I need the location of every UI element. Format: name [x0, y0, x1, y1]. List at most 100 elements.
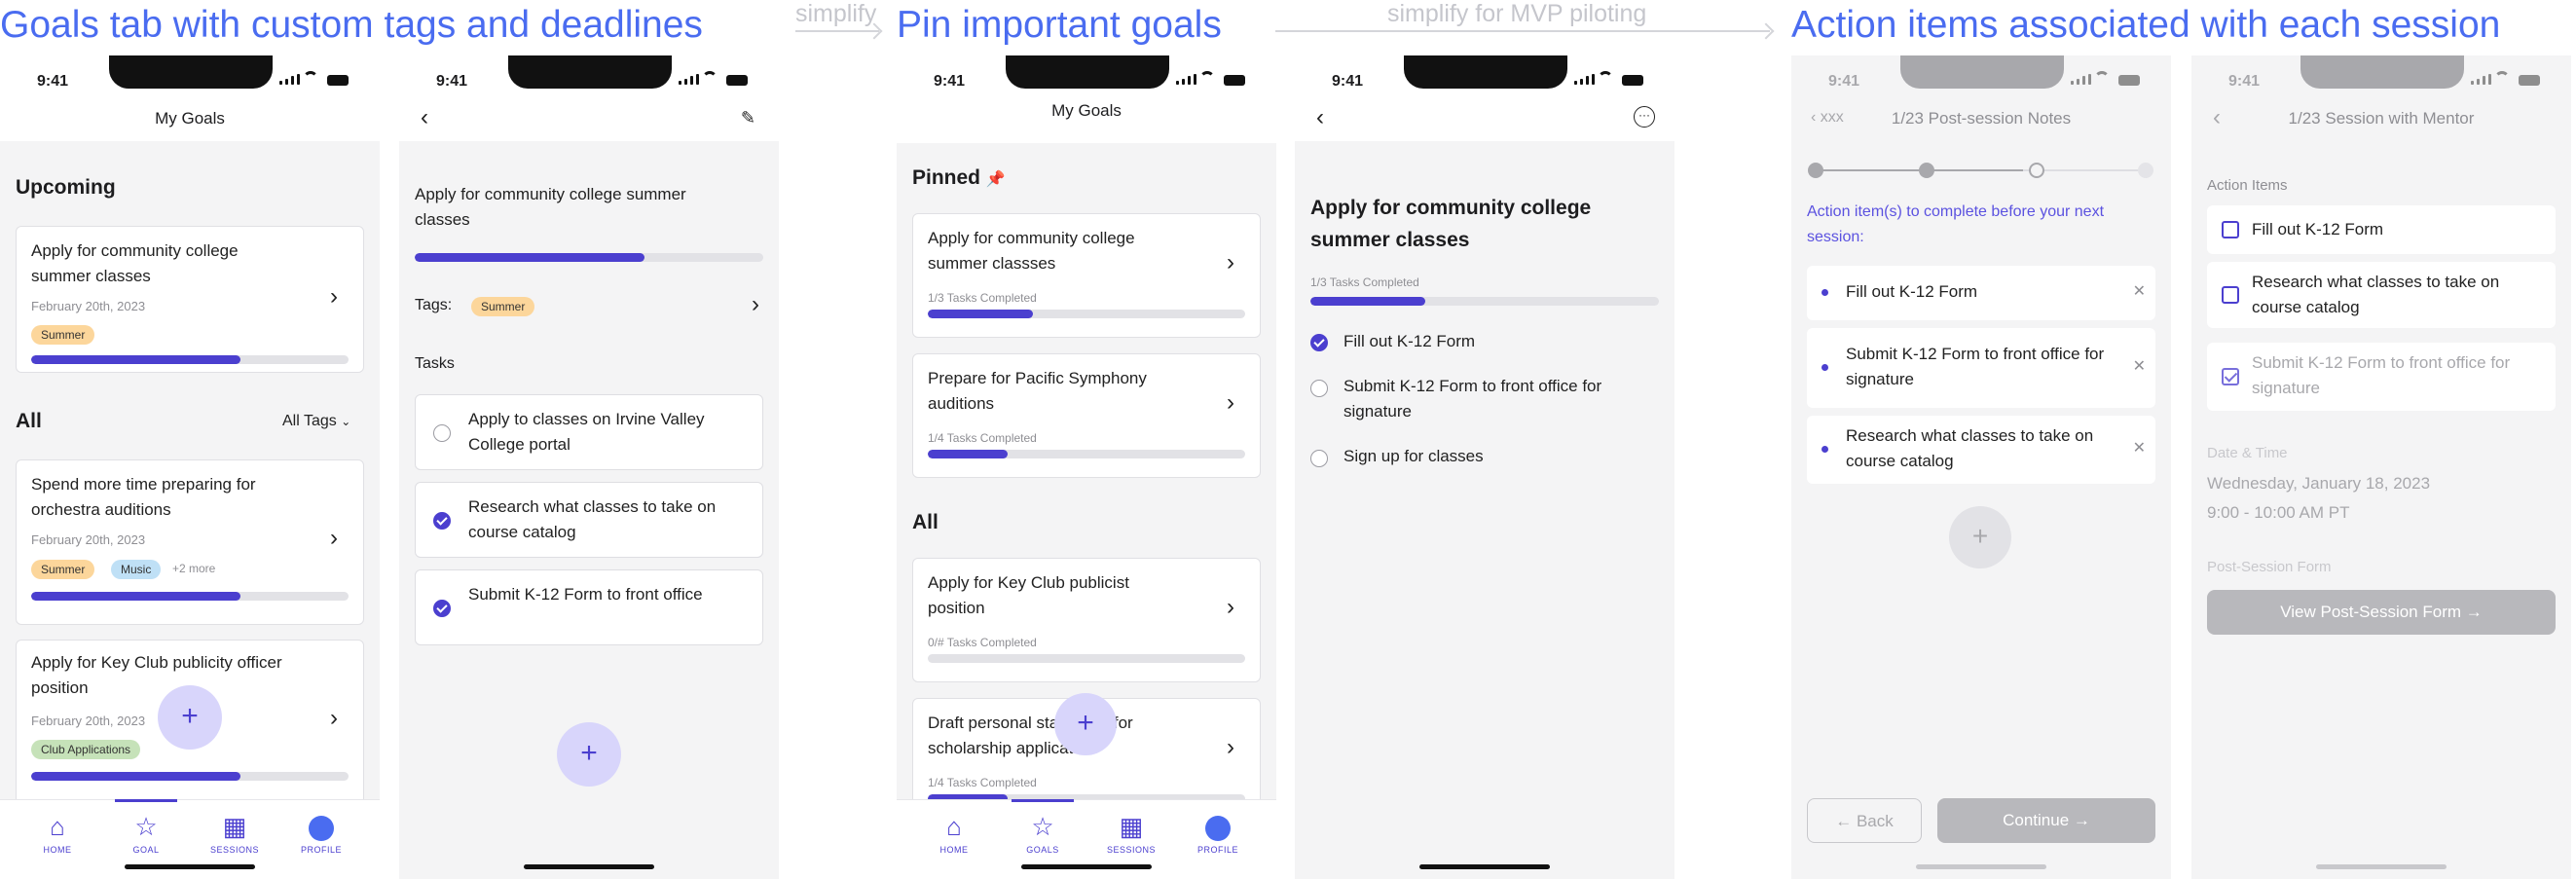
- more-tags[interactable]: +2 more: [172, 562, 215, 575]
- task-checkbox[interactable]: [433, 424, 451, 442]
- wifi-icon: [1598, 71, 1613, 87]
- arrow-label-simplify: simplify: [795, 0, 877, 27]
- section-all: All: [16, 410, 42, 432]
- tasks-label: Tasks: [415, 355, 455, 372]
- tag-club-applications[interactable]: Club Applications: [31, 740, 141, 759]
- step-complete-icon: [1808, 163, 1823, 178]
- notch: [2300, 55, 2464, 89]
- goal-title: Spend more time preparing for orchestra …: [31, 475, 256, 519]
- status-time: 9:41: [37, 73, 69, 90]
- goal-date: February 20th, 2023: [31, 532, 146, 547]
- action-item-text: Fill out K-12 Form: [2252, 220, 2384, 238]
- goal-title: Apply for community college summer class…: [31, 241, 239, 285]
- section-upcoming: Upcoming: [16, 176, 116, 199]
- phone-post-session-notes: 9:41 ‹ xxx 1/23 Post-session Notes Actio…: [1791, 55, 2171, 879]
- tab-home[interactable]: ⌂ HOME: [23, 812, 92, 855]
- action-item-checkbox[interactable]: [2222, 221, 2239, 238]
- star-icon: ☆: [1031, 812, 1054, 841]
- edit-pencil-icon[interactable]: ✎: [741, 108, 755, 128]
- task-text: Research what classes to take on course …: [468, 497, 717, 541]
- action-item: Fill out K-12 Form ✕: [1807, 266, 2155, 320]
- date-time-label: Date & Time: [2207, 445, 2288, 461]
- notch: [1006, 55, 1169, 89]
- add-task-button[interactable]: +: [557, 722, 621, 787]
- battery-icon: [2519, 75, 2540, 86]
- chevron-right-icon: ›: [1227, 734, 1234, 760]
- chevron-right-icon: ›: [330, 525, 338, 551]
- arrow-left-icon: ←: [1835, 812, 1853, 830]
- task-text: Fill out K-12 Form: [1343, 332, 1476, 350]
- goal-progress: [31, 592, 349, 601]
- task-checkbox[interactable]: [433, 512, 451, 530]
- status-time: 9:41: [1332, 73, 1364, 90]
- action-item-text: Fill out K-12 Form: [1846, 282, 1978, 301]
- tag-music[interactable]: Music: [111, 560, 162, 579]
- task-checkbox[interactable]: [433, 600, 451, 617]
- tab-profile[interactable]: PROFILE: [1184, 812, 1252, 855]
- action-item[interactable]: Submit K-12 Form to front office for sig…: [2207, 343, 2556, 411]
- remove-x-icon[interactable]: ✕: [2133, 281, 2146, 301]
- tab-sessions[interactable]: ▦ SESSIONS: [1097, 812, 1165, 855]
- tab-label: PROFILE: [1196, 845, 1238, 855]
- add-action-item-button[interactable]: +: [1949, 506, 2011, 568]
- add-goal-button[interactable]: +: [158, 685, 222, 750]
- goal-card[interactable]: Spend more time preparing for orchestra …: [16, 459, 364, 625]
- nav-bar: ‹ 1/23 Session with Mentor: [2191, 96, 2571, 141]
- wifi-icon: [303, 71, 318, 87]
- signal-icon: [2471, 74, 2491, 85]
- task-item[interactable]: Apply to classes on Irvine Valley Colleg…: [415, 394, 763, 470]
- signal-icon: [679, 74, 699, 85]
- back-chevron-icon[interactable]: ‹: [1316, 106, 1324, 129]
- task-checkbox[interactable]: [1310, 334, 1328, 351]
- remove-x-icon[interactable]: ✕: [2133, 356, 2146, 376]
- task-item[interactable]: Research what classes to take on course …: [415, 482, 763, 558]
- tab-goals[interactable]: ☆ GOALS: [1009, 812, 1077, 855]
- task-checkbox[interactable]: [1310, 450, 1328, 467]
- goal-progress: [928, 654, 1245, 663]
- goal-card[interactable]: Apply for Key Club publicist position 0/…: [912, 558, 1261, 682]
- tag-summer[interactable]: Summer: [31, 325, 95, 345]
- action-item[interactable]: Fill out K-12 Form: [2207, 205, 2556, 254]
- battery-icon: [1224, 75, 1245, 86]
- goal-date: February 20th, 2023: [31, 714, 146, 728]
- all-tags-dropdown[interactable]: All Tags ⌄: [282, 413, 350, 430]
- goal-title: Apply for community college summer class…: [928, 229, 1135, 273]
- home-indicator: [1419, 864, 1550, 869]
- continue-button[interactable]: Continue →: [1937, 798, 2155, 843]
- remove-x-icon[interactable]: ✕: [2133, 438, 2146, 458]
- task-item[interactable]: Submit K-12 Form to front office: [415, 569, 763, 645]
- tag-summer[interactable]: Summer: [471, 297, 535, 316]
- action-item[interactable]: Research what classes to take on course …: [2207, 262, 2556, 328]
- action-item-checkbox[interactable]: [2222, 368, 2239, 385]
- step-complete-icon: [1919, 163, 1934, 178]
- tab-home[interactable]: ⌂ HOME: [920, 812, 988, 855]
- pinned-goal-card[interactable]: Prepare for Pacific Symphony auditions 1…: [912, 353, 1261, 478]
- view-post-session-form-button[interactable]: View Post-Session Form →: [2207, 590, 2556, 635]
- goal-date: February 20th, 2023: [31, 299, 146, 313]
- pinned-goal-card[interactable]: Apply for community college summer class…: [912, 213, 1261, 338]
- tab-profile[interactable]: PROFILE: [287, 812, 355, 855]
- tag-summer[interactable]: Summer: [31, 560, 95, 579]
- signal-icon: [1176, 74, 1196, 85]
- bullet-icon: [1822, 446, 1828, 453]
- task-text: Sign up for classes: [1343, 447, 1484, 465]
- tab-bar: ⌂ HOME ☆ GOAL ▦ SESSIONS PROFILE: [0, 799, 380, 879]
- notch: [1404, 55, 1567, 89]
- more-options-icon[interactable]: ···: [1634, 106, 1655, 128]
- back-button[interactable]: ← Back: [1807, 798, 1922, 843]
- tab-goal[interactable]: ☆ GOAL: [112, 812, 180, 855]
- goal-card[interactable]: Apply for community college summer class…: [16, 226, 364, 373]
- wifi-icon: [702, 71, 718, 87]
- action-item-text: Research what classes to take on course …: [1846, 426, 2094, 470]
- battery-icon: [327, 75, 349, 86]
- tab-label: GOAL: [132, 845, 160, 855]
- bullet-icon: [1822, 289, 1828, 296]
- home-indicator: [1916, 864, 2046, 869]
- chevron-right-icon[interactable]: ›: [752, 293, 759, 316]
- tab-sessions[interactable]: ▦ SESSIONS: [201, 812, 269, 855]
- task-checkbox[interactable]: [1310, 380, 1328, 397]
- back-chevron-icon[interactable]: ‹: [421, 106, 428, 129]
- goal-progress: [928, 450, 1245, 458]
- add-goal-button[interactable]: +: [1054, 693, 1117, 755]
- action-item-checkbox[interactable]: [2222, 286, 2239, 304]
